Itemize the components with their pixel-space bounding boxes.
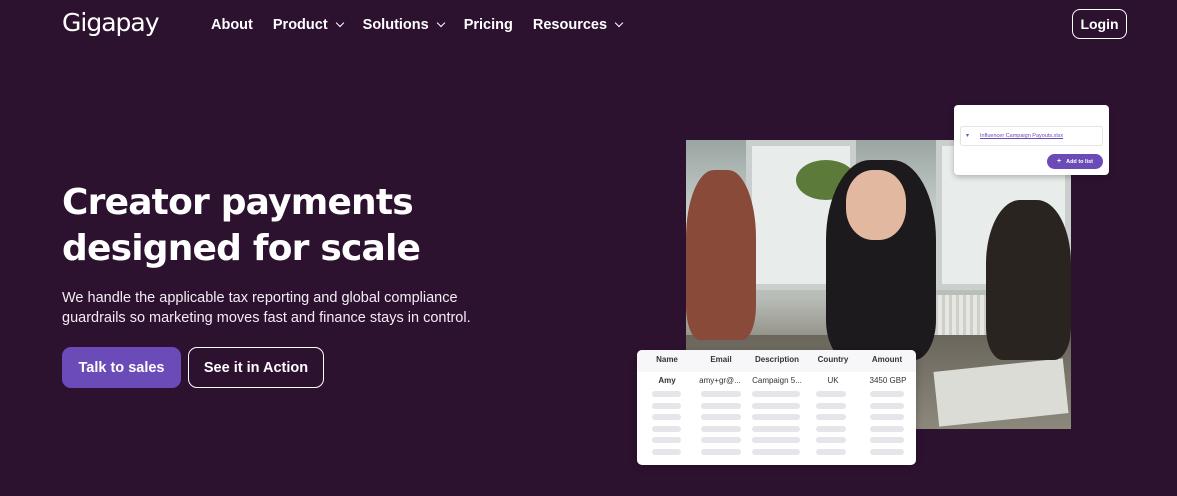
placeholder-bar (816, 391, 846, 397)
table-cell-name: Amy (658, 376, 676, 385)
nav-item-label: About (211, 17, 253, 33)
payout-table-card: Name Email Description Country Amount Am… (637, 350, 916, 465)
placeholder-bar (701, 426, 741, 432)
column-header-email: Email (710, 355, 732, 364)
main-menu: About Product Solutions Pricing Resource… (211, 17, 642, 33)
placeholder-bar (870, 437, 904, 443)
column-header-description: Description (754, 355, 799, 364)
placeholder-bar (816, 437, 846, 443)
chevron-down-icon (335, 18, 344, 28)
nav-item-resources[interactable]: Resources (532, 17, 624, 33)
placeholder-bar (701, 414, 741, 420)
add-to-list-label: Add to list (1066, 158, 1093, 165)
file-icon: ▾ (966, 132, 970, 139)
column-header-country: Country (817, 355, 849, 364)
nav-item-about[interactable]: About (211, 17, 253, 33)
talk-to-sales-button[interactable]: Talk to sales (62, 347, 181, 388)
placeholder-bar (701, 437, 741, 443)
nav-item-label: Resources (532, 17, 608, 33)
nav-item-product[interactable]: Product (272, 17, 344, 33)
placeholder-bar (816, 414, 846, 420)
placeholder-bar (701, 449, 741, 455)
placeholder-bar (652, 391, 681, 397)
placeholder-bar (752, 449, 800, 455)
gigapay-logo[interactable]: Gigapay (62, 8, 159, 37)
placeholder-bar (652, 426, 681, 432)
nav-item-label: Pricing (463, 17, 513, 33)
file-name: Influencer Campaign Payouts.xlsx (980, 133, 1064, 139)
table-cell-country: UK (827, 376, 839, 385)
chevron-down-icon (436, 18, 445, 28)
placeholder-bar (752, 414, 800, 420)
nav-item-solutions[interactable]: Solutions (362, 17, 445, 33)
hero-title: Creator payments designed for scale (62, 180, 482, 272)
placeholder-bar (652, 414, 681, 420)
placeholder-bar (701, 391, 741, 397)
add-to-list-button[interactable]: + Add to list (1047, 154, 1103, 169)
file-chip[interactable]: ▾ Influencer Campaign Payouts.xlsx (960, 126, 1103, 146)
placeholder-bar (870, 391, 904, 397)
nav-item-label: Solutions (362, 17, 429, 33)
placeholder-bar (870, 403, 904, 409)
placeholder-bar (652, 403, 681, 409)
upload-card: ▾ Influencer Campaign Payouts.xlsx + Add… (954, 105, 1109, 175)
table-cell-amount: 3450 GBP (869, 376, 907, 385)
placeholder-bar (752, 403, 800, 409)
table-cell-email: amy+gr@... (699, 376, 741, 385)
placeholder-bar (870, 449, 904, 455)
placeholder-bar (701, 403, 741, 409)
chevron-down-icon (614, 18, 624, 28)
hero-subtitle: We handle the applicable tax reporting a… (62, 288, 482, 328)
placeholder-bar (652, 449, 681, 455)
hero-title-line-1: Creator payments (62, 182, 414, 223)
placeholder-bar (652, 437, 681, 443)
placeholder-bar (870, 426, 904, 432)
placeholder-bar (816, 403, 846, 409)
column-header-name: Name (656, 355, 678, 364)
placeholder-bar (870, 414, 904, 420)
photo-person (986, 200, 1071, 360)
column-header-amount: Amount (871, 355, 903, 364)
hero-title-line-2: designed for scale (62, 228, 421, 269)
photo-person (686, 170, 756, 340)
nav-item-pricing[interactable]: Pricing (464, 17, 513, 33)
photo-person-face (846, 170, 906, 240)
see-it-in-action-button[interactable]: See it in Action (188, 347, 324, 388)
placeholder-bar (816, 426, 846, 432)
placeholder-bar (752, 426, 800, 432)
table-cell-description: Campaign 5... (752, 376, 802, 385)
placeholder-bar (816, 449, 846, 455)
placeholder-bar (752, 391, 800, 397)
placeholder-bar (752, 437, 800, 443)
plus-icon: + (1057, 158, 1062, 165)
nav-item-label: Product (272, 17, 328, 33)
login-button[interactable]: Login (1072, 9, 1127, 39)
hero-subtitle-line-2: guardrails so marketing moves fast and f… (62, 310, 471, 326)
top-navigation: Gigapay About Product Solutions Pricing … (0, 0, 1177, 50)
hero-subtitle-line-1: We handle the applicable tax reporting a… (62, 290, 458, 306)
